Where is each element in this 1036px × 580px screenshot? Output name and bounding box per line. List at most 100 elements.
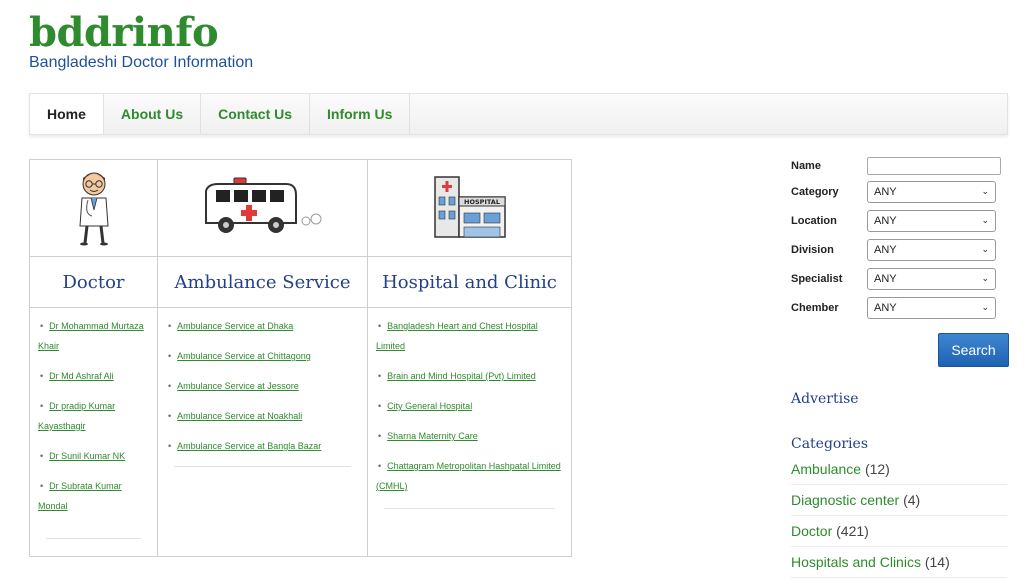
- chevron-down-icon: ⌄: [981, 302, 989, 312]
- category-item: Ambulance (12): [791, 454, 1007, 485]
- category-link-ambulance[interactable]: Ambulance: [791, 461, 861, 477]
- site-subtitle: Bangladeshi Doctor Information: [29, 54, 254, 71]
- list-item: • Ambulance Service at Jessore: [168, 381, 299, 391]
- doctor-link[interactable]: Dr Sunil Kumar NK: [49, 451, 125, 461]
- location-label: Location: [791, 214, 837, 227]
- chember-select[interactable]: ANY ⌄: [867, 296, 996, 319]
- doctor-column: Doctor • Dr Mohammad Murtaza Khair • Dr Md…: [30, 160, 158, 556]
- divider: [174, 466, 351, 467]
- list-item: • Dr Mohammad Murtaza Khair: [38, 321, 144, 351]
- name-input[interactable]: [867, 157, 1001, 175]
- category-link-doctor[interactable]: Doctor: [791, 523, 832, 539]
- chember-label: Chember: [791, 301, 839, 314]
- hospital-link[interactable]: Sharna Maternity Care: [387, 431, 478, 441]
- list-item: • Bangladesh Heart and Chest Hospital Lim…: [376, 321, 538, 351]
- list-item: • Dr pradip Kumar Kayasthagir: [38, 401, 116, 431]
- name-row: Name: [791, 155, 1011, 177]
- ambulance-image-cell: [158, 160, 367, 257]
- nav-home[interactable]: Home: [30, 94, 104, 134]
- ambulance-link[interactable]: Ambulance Service at Noakhali: [177, 411, 302, 421]
- doctor-link[interactable]: Dr Md Ashraf Ali: [49, 371, 114, 381]
- hospital-link[interactable]: Chattagram Metropolitan Hashpatal Limite…: [376, 461, 561, 491]
- specialist-row: Specialist ANY ⌄: [791, 264, 1011, 293]
- chevron-down-icon: ⌄: [981, 215, 989, 225]
- ambulance-link[interactable]: Ambulance Service at Chittagong: [177, 351, 311, 361]
- location-select-value: ANY: [874, 214, 897, 227]
- category-count: (12): [864, 461, 890, 477]
- ambulance-heading[interactable]: Ambulance Service: [158, 257, 367, 308]
- hospital-link[interactable]: Brain and Mind Hospital (Pvt) Limited: [387, 371, 536, 381]
- hospital-link[interactable]: City General Hospital: [387, 401, 472, 411]
- hospital-list: • Bangladesh Heart and Chest Hospital Lim…: [368, 308, 571, 509]
- categories-widget: Categories Ambulance (12) Diagnostic cen…: [791, 436, 1007, 578]
- hospital-image-cell: HOSPITAL: [368, 160, 571, 257]
- doctor-icon: [78, 172, 109, 246]
- list-item: • Ambulance Service at Bangla Bazar: [168, 441, 322, 451]
- divider: [384, 508, 555, 509]
- category-count: (421): [836, 523, 869, 539]
- chember-select-value: ANY: [874, 301, 897, 314]
- category-item: Hospitals and Clinics (14): [791, 547, 1007, 578]
- site-logo[interactable]: bddrinfo Bangladeshi Doctor Information: [29, 10, 253, 72]
- nav-inform-us[interactable]: Inform Us: [310, 94, 411, 134]
- doctor-list: • Dr Mohammad Murtaza Khair • Dr Md Ashraf…: [30, 308, 157, 539]
- hospital-icon: HOSPITAL: [433, 176, 506, 238]
- list-item: • Brain and Mind Hospital (Pvt) Limited: [378, 371, 536, 381]
- list-item: • Ambulance Service at Dhaka: [168, 321, 294, 331]
- category-item: Doctor (421): [791, 516, 1007, 547]
- doctor-heading[interactable]: Doctor: [30, 257, 157, 308]
- hospital-column: HOSPITAL Hospital and Clinic • Bangladesh…: [368, 160, 571, 556]
- chevron-down-icon: ⌄: [981, 273, 989, 283]
- ambulance-link[interactable]: Ambulance Service at Dhaka: [177, 321, 293, 331]
- list-item: • Dr Subrata Kumar Mondal: [38, 481, 122, 511]
- category-item: Diagnostic center (4): [791, 485, 1007, 516]
- divider: [46, 538, 141, 539]
- category-label: Category: [791, 185, 839, 198]
- chevron-down-icon: ⌄: [981, 244, 989, 254]
- hospital-sign-text: HOSPITAL: [464, 198, 500, 206]
- division-label: Division: [791, 243, 834, 256]
- ambulance-column: Ambulance Service • Ambulance Service at …: [158, 160, 368, 556]
- location-row: Location ANY ⌄: [791, 206, 1011, 235]
- ambulance-link[interactable]: Ambulance Service at Bangla Bazar: [177, 441, 321, 451]
- list-item: • City General Hospital: [378, 401, 473, 411]
- sidebar: Name Category ANY ⌄ Location ANY ⌄ Divis…: [791, 155, 1011, 578]
- nav-about-us[interactable]: About Us: [104, 94, 202, 134]
- name-label: Name: [791, 160, 821, 172]
- search-button[interactable]: Search: [938, 333, 1009, 367]
- specialist-select[interactable]: ANY ⌄: [867, 267, 996, 290]
- ambulance-list: • Ambulance Service at Dhaka • Ambulance S…: [158, 308, 367, 467]
- doctor-link[interactable]: Dr Mohammad Murtaza Khair: [38, 321, 144, 351]
- main-nav: Home About Us Contact Us Inform Us: [29, 93, 1008, 135]
- category-count: (14): [924, 554, 950, 570]
- category-link-diagnostic[interactable]: Diagnostic center: [791, 492, 899, 508]
- doctor-image-cell: [30, 160, 157, 257]
- chevron-down-icon: ⌄: [981, 186, 989, 196]
- services-grid: Doctor • Dr Mohammad Murtaza Khair • Dr Md…: [29, 159, 572, 557]
- category-select-value: ANY: [874, 185, 897, 198]
- category-select[interactable]: ANY ⌄: [867, 180, 996, 203]
- location-select[interactable]: ANY ⌄: [867, 209, 996, 232]
- specialist-label: Specialist: [791, 272, 843, 285]
- hospital-heading[interactable]: Hospital and Clinic: [368, 257, 571, 308]
- category-row: Category ANY ⌄: [791, 177, 1011, 206]
- ambulance-link[interactable]: Ambulance Service at Jessore: [177, 381, 299, 391]
- list-item: • Sharna Maternity Care: [378, 431, 478, 441]
- list-item: • Ambulance Service at Noakhali: [168, 411, 303, 421]
- division-select-value: ANY: [874, 243, 897, 256]
- category-link-hospitals[interactable]: Hospitals and Clinics: [791, 554, 921, 570]
- list-item: • Dr Sunil Kumar NK: [40, 451, 126, 461]
- division-row: Division ANY ⌄: [791, 235, 1011, 264]
- hospital-link[interactable]: Bangladesh Heart and Chest Hospital Limi…: [376, 321, 538, 351]
- nav-contact-us[interactable]: Contact Us: [201, 94, 311, 134]
- doctor-link[interactable]: Dr Subrata Kumar Mondal: [38, 481, 122, 511]
- division-select[interactable]: ANY ⌄: [867, 238, 996, 261]
- ambulance-icon: [204, 177, 321, 233]
- chember-row: Chember ANY ⌄: [791, 293, 1011, 322]
- doctor-link[interactable]: Dr pradip Kumar Kayasthagir: [38, 401, 115, 431]
- specialist-select-value: ANY: [874, 272, 897, 285]
- list-item: • Chattagram Metropolitan Hashpatal Limit…: [376, 461, 561, 491]
- list-item: • Dr Md Ashraf Ali: [40, 371, 114, 381]
- categories-heading: Categories: [791, 436, 868, 452]
- search-form: Name Category ANY ⌄ Location ANY ⌄ Divis…: [791, 155, 1011, 322]
